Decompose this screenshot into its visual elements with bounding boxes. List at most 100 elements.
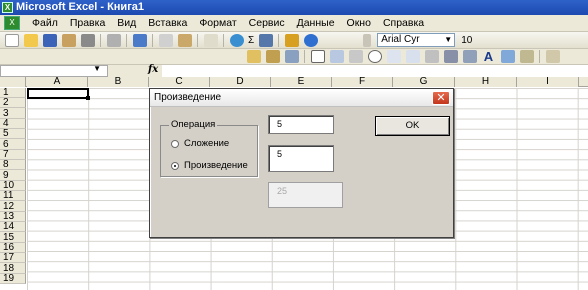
row-header-19[interactable]: 19 xyxy=(0,274,26,284)
active-cell-a1[interactable] xyxy=(27,88,89,99)
listbox-control-icon[interactable] xyxy=(386,50,401,63)
standard-toolbar: Σ Arial Cyr ▼ 10 xyxy=(0,32,588,49)
menu-window[interactable]: Окно xyxy=(341,17,377,29)
column-header-a[interactable]: A xyxy=(27,77,88,87)
design-mode-icon[interactable] xyxy=(265,50,280,63)
open-folder-icon[interactable] xyxy=(23,33,38,47)
toolbar-separator xyxy=(152,33,153,47)
column-header-e[interactable]: E xyxy=(271,77,332,87)
save-icon[interactable] xyxy=(42,33,57,47)
menu-format[interactable]: Формат xyxy=(193,17,242,29)
toolbar-separator xyxy=(278,33,280,47)
copy-icon[interactable] xyxy=(158,33,173,47)
window-title-bar[interactable]: X Microsoft Excel - Книга1 xyxy=(0,0,588,15)
row-header-14[interactable]: 14 xyxy=(0,222,26,232)
forms-toolbar: A xyxy=(0,49,588,65)
spelling-icon[interactable] xyxy=(132,33,147,47)
chart-wizard-icon[interactable] xyxy=(284,33,299,47)
column-header-b[interactable]: B xyxy=(88,77,149,87)
button-control-icon[interactable] xyxy=(348,50,363,63)
toolbar-separator xyxy=(223,33,224,47)
result-field: 25 xyxy=(268,182,343,208)
toolbar-separator xyxy=(100,33,101,47)
menu-help[interactable]: Справка xyxy=(377,17,430,29)
column-header-row: A B C D E F G H I xyxy=(0,77,588,87)
menu-data[interactable]: Данные xyxy=(291,17,341,29)
permission-icon[interactable] xyxy=(61,33,76,47)
row-header-5[interactable]: 5 xyxy=(0,129,26,139)
radio-product-label: Произведение xyxy=(184,160,248,171)
radio-product[interactable]: Произведение xyxy=(171,160,248,171)
column-header-f[interactable]: F xyxy=(332,77,393,87)
toolbar-separator xyxy=(304,50,305,63)
dialog-title-bar[interactable]: Произведение ✕ xyxy=(150,89,453,107)
textbox-control-icon[interactable] xyxy=(329,50,344,63)
dialog-title: Произведение xyxy=(154,92,222,103)
chevron-down-icon[interactable]: ▼ xyxy=(93,64,101,73)
row-header-8[interactable]: 8 xyxy=(0,160,26,170)
operation-groupbox: Операция Сложение Произведение xyxy=(160,119,258,177)
excel-app-icon: X xyxy=(2,2,13,13)
window-title: Microsoft Excel - Книга1 xyxy=(16,1,145,13)
toolbar-separator xyxy=(197,33,198,47)
column-header-h[interactable]: H xyxy=(455,77,517,87)
tools-icon[interactable] xyxy=(545,50,560,63)
column-header-i[interactable]: I xyxy=(517,77,579,87)
help-icon[interactable] xyxy=(303,33,318,47)
more-controls-icon[interactable] xyxy=(519,50,534,63)
combobox-control-icon[interactable] xyxy=(405,50,420,63)
product-dialog: Произведение ✕ Операция Сложение Произве… xyxy=(149,88,454,238)
checkbox-control-icon[interactable] xyxy=(310,50,325,63)
select-all-corner[interactable] xyxy=(0,77,26,87)
toolbar-separator xyxy=(539,50,540,63)
operand2-input[interactable]: 5 xyxy=(268,145,334,172)
column-header-g[interactable]: G xyxy=(393,77,455,87)
radio-button-icon[interactable] xyxy=(171,139,179,148)
image-control-icon[interactable] xyxy=(500,50,515,63)
drawing-pen-icon[interactable] xyxy=(246,50,261,63)
spinner-control-icon[interactable] xyxy=(443,50,458,63)
radio-button-selected-icon[interactable] xyxy=(171,161,179,170)
menu-edit[interactable]: Правка xyxy=(64,17,111,29)
menu-bar: X Файл Правка Вид Вставка Формат Сервис … xyxy=(0,15,588,32)
row-header-11[interactable]: 11 xyxy=(0,191,26,201)
operation-group-label: Операция xyxy=(169,119,218,130)
column-header-c[interactable]: C xyxy=(149,77,210,87)
close-icon[interactable]: ✕ xyxy=(432,91,450,105)
print-icon[interactable] xyxy=(80,33,95,47)
hyperlink-icon[interactable] xyxy=(229,33,244,47)
undo-icon[interactable] xyxy=(203,33,218,47)
menu-view[interactable]: Вид xyxy=(111,17,142,29)
row-header-17[interactable]: 17 xyxy=(0,253,26,263)
autosum-button[interactable]: Σ xyxy=(248,35,254,46)
paste-icon[interactable] xyxy=(177,33,192,47)
sort-ascending-icon[interactable] xyxy=(258,33,273,47)
menu-file[interactable]: Файл xyxy=(26,17,64,29)
option-control-icon[interactable] xyxy=(367,50,382,63)
properties-icon[interactable] xyxy=(284,50,299,63)
toolbar-grip-icon[interactable] xyxy=(362,33,371,47)
radio-addition[interactable]: Сложение xyxy=(171,138,229,149)
column-header-d[interactable]: D xyxy=(210,77,271,87)
fill-handle[interactable] xyxy=(86,96,90,100)
toolbar-separator xyxy=(126,33,127,47)
ok-button[interactable]: OK xyxy=(375,116,450,136)
print-preview-icon[interactable] xyxy=(106,33,121,47)
font-size-select[interactable]: 10 xyxy=(461,35,472,46)
scrollbar-control-icon[interactable] xyxy=(462,50,477,63)
formula-input[interactable] xyxy=(162,65,588,77)
menu-insert[interactable]: Вставка xyxy=(142,17,193,29)
label-control-icon[interactable]: A xyxy=(482,50,496,63)
new-file-icon[interactable] xyxy=(4,33,19,47)
font-name-value: Arial Cyr xyxy=(381,34,420,45)
toggle-control-icon[interactable] xyxy=(424,50,439,63)
menu-tools[interactable]: Сервис xyxy=(243,17,291,29)
row-header-2[interactable]: 2 xyxy=(0,98,26,108)
function-icon[interactable]: fx xyxy=(148,64,158,75)
chevron-down-icon[interactable]: ▼ xyxy=(444,34,452,46)
radio-addition-label: Сложение xyxy=(184,138,230,149)
font-name-select[interactable]: Arial Cyr ▼ xyxy=(377,33,456,47)
formula-bar: ▼ fx xyxy=(0,64,588,77)
workbook-icon[interactable]: X xyxy=(4,16,20,30)
operand1-input[interactable]: 5 xyxy=(268,115,334,134)
